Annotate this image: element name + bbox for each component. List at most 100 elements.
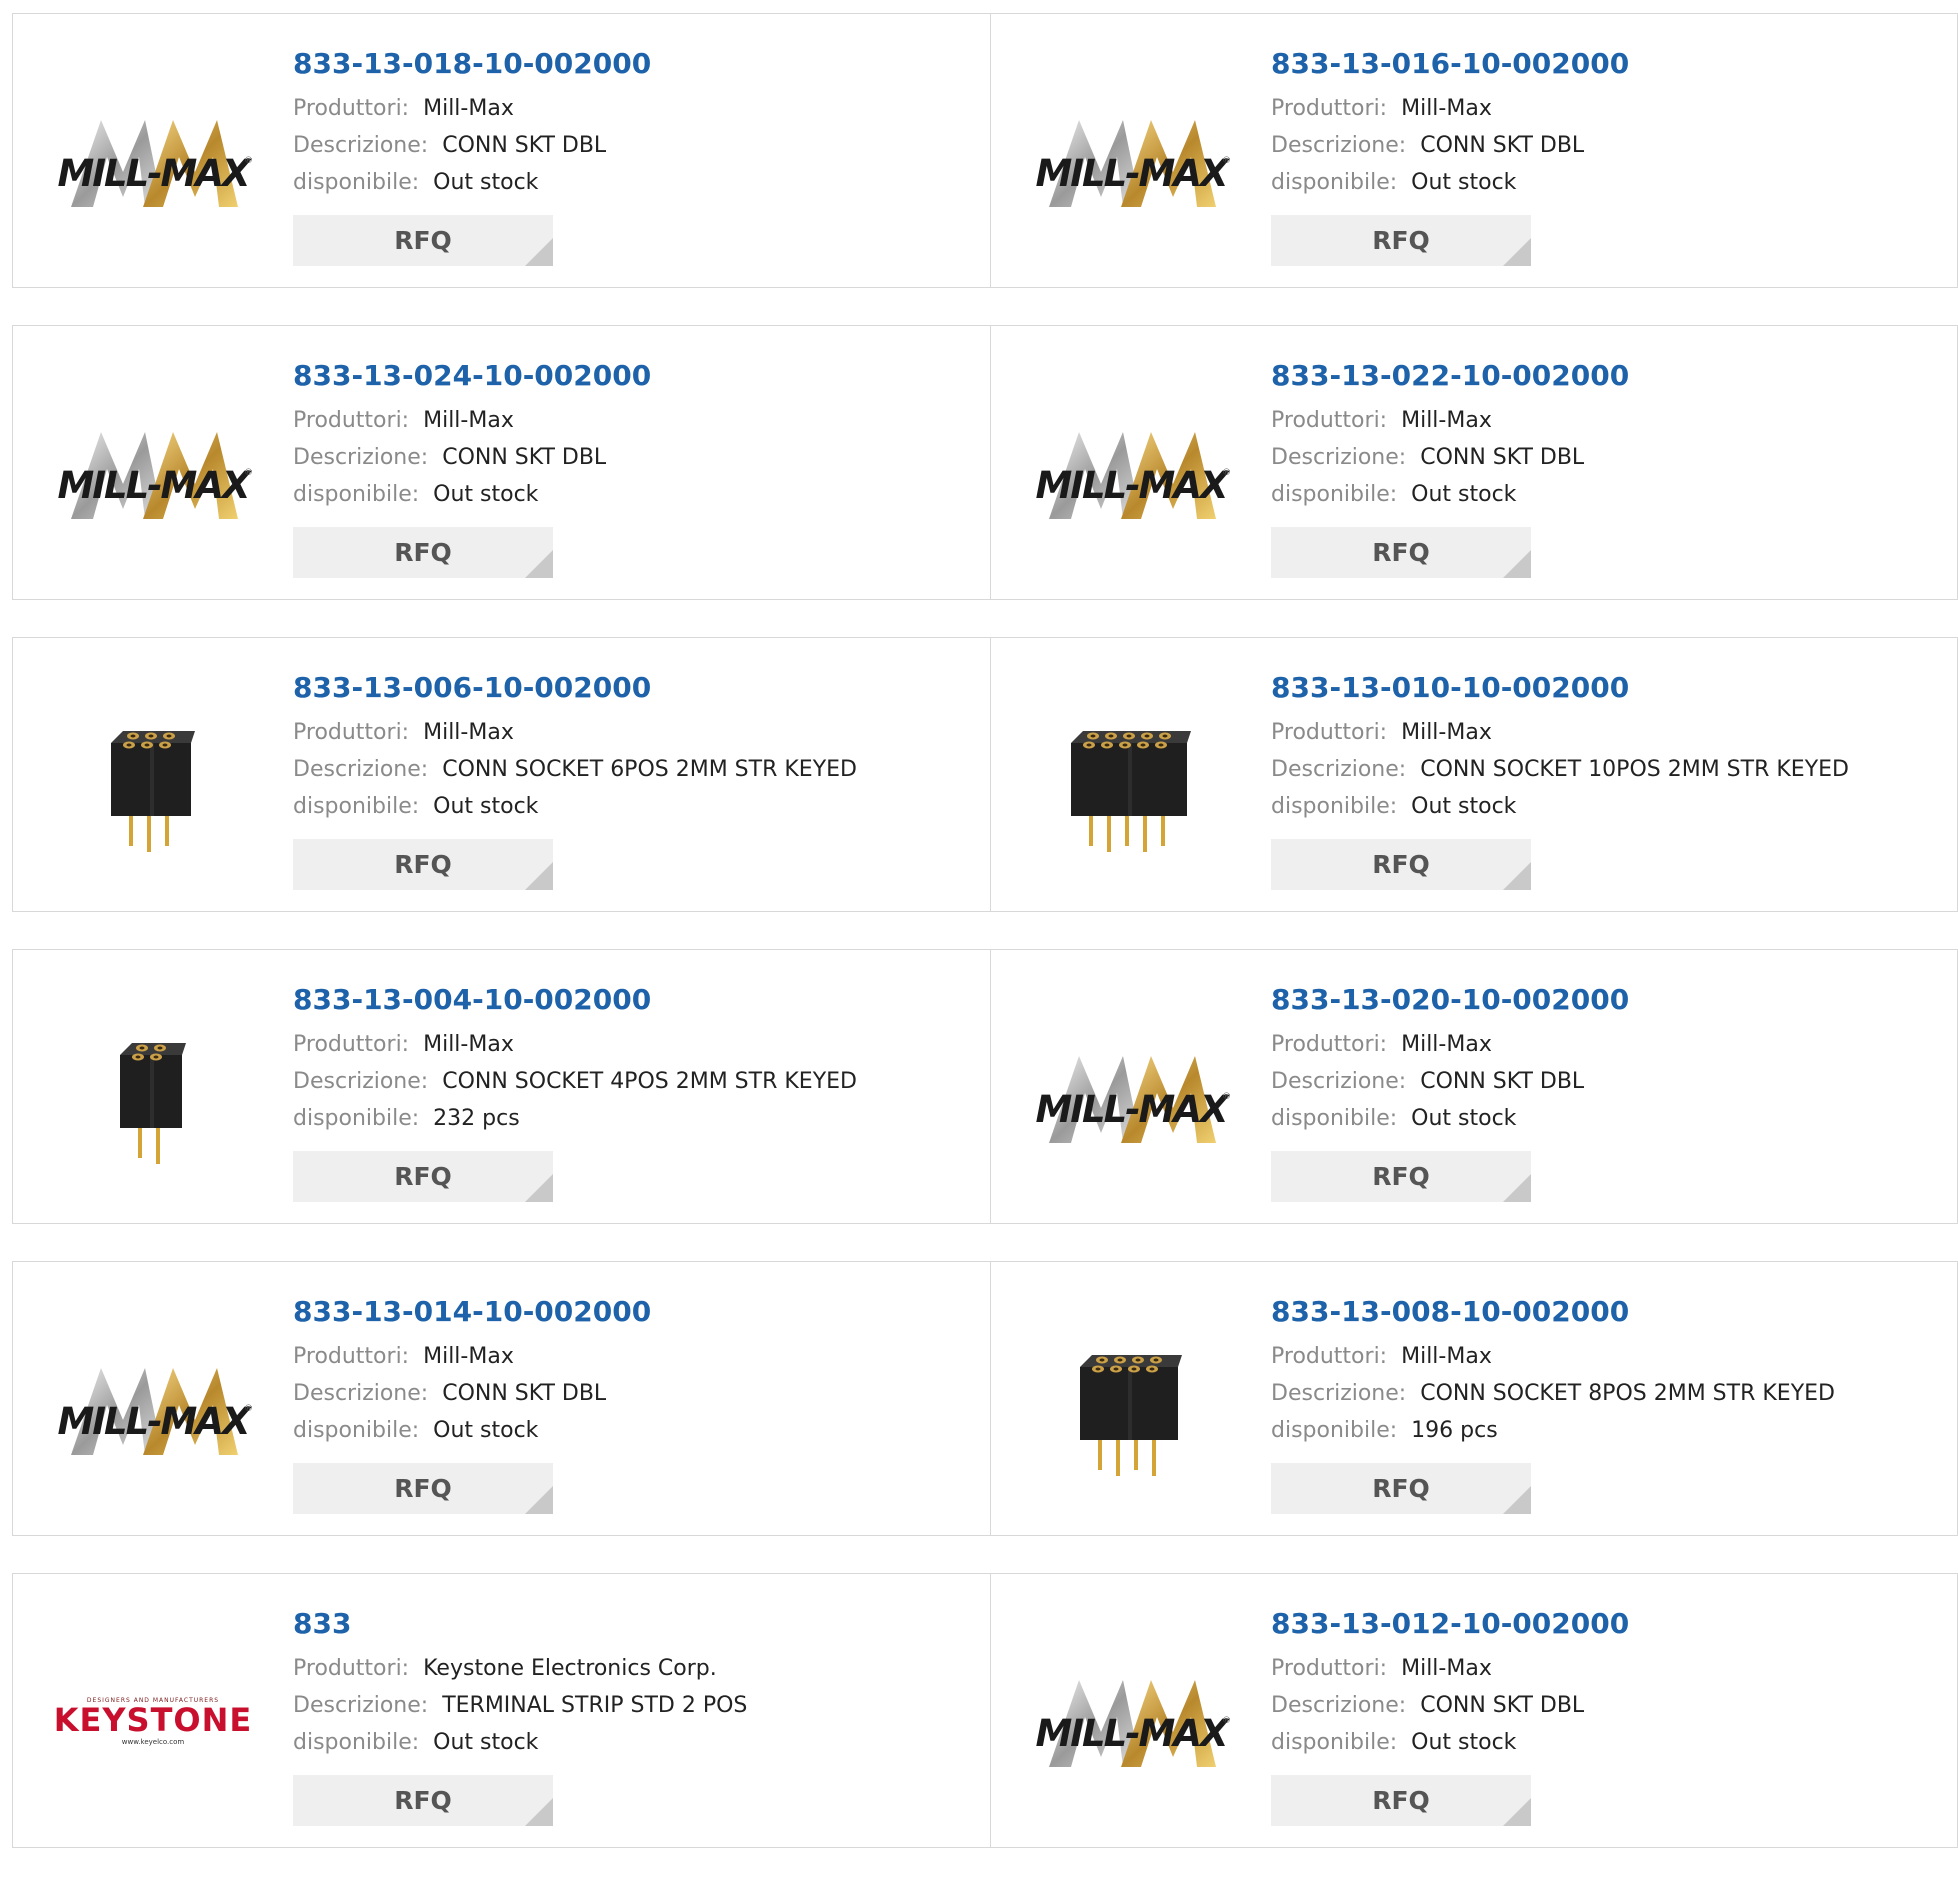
availability-row: disponibile: Out stock bbox=[1271, 788, 1947, 825]
socket-image bbox=[1071, 730, 1191, 852]
product-info: 833-13-004-10-002000 Produttori: Mill-Max… bbox=[293, 980, 980, 1137]
availability-label: disponibile: bbox=[1271, 1730, 1398, 1755]
availability-value: Out stock bbox=[1411, 482, 1517, 507]
availability-row: disponibile: 196 pcs bbox=[1271, 1412, 1947, 1449]
corner-triangle-icon bbox=[525, 238, 553, 266]
description-value: CONN SOCKET 8POS 2MM STR KEYED bbox=[1420, 1381, 1835, 1406]
millmax-logo: MILL-MAX ® bbox=[1031, 1048, 1231, 1148]
rfq-label: RFQ bbox=[1372, 1474, 1430, 1503]
millmax-logo-text: MILL-MAX bbox=[57, 1399, 250, 1443]
manufacturer-row: Produttori: Mill-Max bbox=[293, 1026, 980, 1063]
availability-value: Out stock bbox=[433, 170, 539, 195]
manufacturer-value: Mill-Max bbox=[1401, 96, 1492, 121]
availability-row: disponibile: Out stock bbox=[1271, 164, 1947, 201]
rfq-button[interactable]: RFQ bbox=[293, 1151, 553, 1202]
product-image[interactable]: MILL-MAX ® bbox=[1031, 1654, 1231, 1789]
product-image[interactable]: DESIGNERS AND MANUFACTURERS KEYSTONE www… bbox=[53, 1654, 253, 1789]
manufacturer-label: Produttori: bbox=[1271, 1656, 1388, 1681]
description-value: CONN SKT DBL bbox=[442, 1381, 607, 1406]
availability-value: 196 pcs bbox=[1411, 1418, 1498, 1443]
description-row: Descrizione: CONN SKT DBL bbox=[293, 439, 980, 476]
part-number-link[interactable]: 833-13-022-10-002000 bbox=[1271, 356, 1629, 396]
rfq-button[interactable]: RFQ bbox=[1271, 839, 1531, 890]
description-row: Descrizione: CONN SKT DBL bbox=[1271, 127, 1947, 164]
rfq-button[interactable]: RFQ bbox=[293, 215, 553, 266]
manufacturer-row: Produttori: Mill-Max bbox=[1271, 402, 1947, 439]
part-number-link[interactable]: 833-13-016-10-002000 bbox=[1271, 44, 1629, 84]
description-row: Descrizione: CONN SKT DBL bbox=[293, 127, 980, 164]
rfq-button[interactable]: RFQ bbox=[1271, 1151, 1531, 1202]
registered-mark: ® bbox=[244, 1403, 253, 1414]
product-info: 833-13-006-10-002000 Produttori: Mill-Max… bbox=[293, 668, 980, 825]
part-number-link[interactable]: 833-13-010-10-002000 bbox=[1271, 668, 1629, 708]
product-image[interactable] bbox=[53, 718, 253, 853]
rfq-label: RFQ bbox=[1372, 1162, 1430, 1191]
availability-value: Out stock bbox=[433, 1730, 539, 1755]
description-row: Descrizione: CONN SKT DBL bbox=[1271, 1687, 1947, 1724]
product-image[interactable]: MILL-MAX ® bbox=[1031, 406, 1231, 541]
availability-value: Out stock bbox=[433, 482, 539, 507]
product-image[interactable] bbox=[1031, 718, 1231, 853]
manufacturer-value: Mill-Max bbox=[1401, 1032, 1492, 1057]
availability-row: disponibile: 232 pcs bbox=[293, 1100, 980, 1137]
part-number-link[interactable]: 833-13-008-10-002000 bbox=[1271, 1292, 1629, 1332]
availability-label: disponibile: bbox=[293, 1730, 420, 1755]
rfq-button[interactable]: RFQ bbox=[293, 839, 553, 890]
description-row: Descrizione: TERMINAL STRIP STD 2 POS bbox=[293, 1687, 980, 1724]
part-number-link[interactable]: 833-13-012-10-002000 bbox=[1271, 1604, 1629, 1644]
rfq-button[interactable]: RFQ bbox=[1271, 527, 1531, 578]
part-number-link[interactable]: 833-13-006-10-002000 bbox=[293, 668, 651, 708]
description-label: Descrizione: bbox=[1271, 1381, 1407, 1406]
product-card: MILL-MAX ® 833-13-024-10-002000 Produtto… bbox=[12, 325, 991, 600]
part-number-link[interactable]: 833-13-018-10-002000 bbox=[293, 44, 651, 84]
product-row: MILL-MAX ® 833-13-018-10-002000 Produtto… bbox=[12, 13, 1958, 288]
product-card: MILL-MAX ® 833-13-018-10-002000 Produtto… bbox=[12, 13, 991, 288]
part-number-link[interactable]: 833-13-024-10-002000 bbox=[293, 356, 651, 396]
manufacturer-row: Produttori: Mill-Max bbox=[293, 90, 980, 127]
registered-mark: ® bbox=[244, 467, 253, 478]
product-image[interactable]: MILL-MAX ® bbox=[1031, 94, 1231, 229]
availability-label: disponibile: bbox=[293, 794, 420, 819]
availability-row: disponibile: Out stock bbox=[1271, 476, 1947, 513]
product-card: MILL-MAX ® 833-13-020-10-002000 Produtto… bbox=[991, 949, 1958, 1224]
part-number-link[interactable]: 833 bbox=[293, 1604, 351, 1644]
product-info: 833-13-010-10-002000 Produttori: Mill-Max… bbox=[1271, 668, 1947, 825]
availability-value: Out stock bbox=[433, 1418, 539, 1443]
manufacturer-label: Produttori: bbox=[293, 1656, 410, 1681]
corner-triangle-icon bbox=[1503, 862, 1531, 890]
product-image[interactable]: MILL-MAX ® bbox=[53, 94, 253, 229]
rfq-button[interactable]: RFQ bbox=[293, 527, 553, 578]
product-image[interactable]: MILL-MAX ® bbox=[53, 1342, 253, 1477]
rfq-button[interactable]: RFQ bbox=[293, 1463, 553, 1514]
product-info: 833-13-024-10-002000 Produttori: Mill-Max… bbox=[293, 356, 980, 513]
description-row: Descrizione: CONN SKT DBL bbox=[293, 1375, 980, 1412]
product-image[interactable] bbox=[53, 1030, 253, 1165]
part-number-link[interactable]: 833-13-020-10-002000 bbox=[1271, 980, 1629, 1020]
rfq-button[interactable]: RFQ bbox=[1271, 1463, 1531, 1514]
availability-row: disponibile: Out stock bbox=[293, 1412, 980, 1449]
product-image[interactable] bbox=[1031, 1342, 1231, 1477]
manufacturer-row: Produttori: Mill-Max bbox=[293, 402, 980, 439]
product-image[interactable]: MILL-MAX ® bbox=[1031, 1030, 1231, 1165]
rfq-button[interactable]: RFQ bbox=[1271, 215, 1531, 266]
product-info: 833-13-008-10-002000 Produttori: Mill-Max… bbox=[1271, 1292, 1947, 1449]
product-info: 833-13-022-10-002000 Produttori: Mill-Max… bbox=[1271, 356, 1947, 513]
part-number-link[interactable]: 833-13-004-10-002000 bbox=[293, 980, 651, 1020]
manufacturer-label: Produttori: bbox=[293, 96, 410, 121]
description-value: CONN SOCKET 10POS 2MM STR KEYED bbox=[1420, 757, 1849, 782]
corner-triangle-icon bbox=[1503, 550, 1531, 578]
registered-mark: ® bbox=[1222, 467, 1231, 478]
manufacturer-label: Produttori: bbox=[1271, 720, 1388, 745]
product-row: 833-13-006-10-002000 Produttori: Mill-Max… bbox=[12, 637, 1958, 912]
product-info: 833 Produttori: Keystone Electronics Corp… bbox=[293, 1604, 980, 1761]
description-label: Descrizione: bbox=[293, 1069, 429, 1094]
rfq-button[interactable]: RFQ bbox=[293, 1775, 553, 1826]
part-number-link[interactable]: 833-13-014-10-002000 bbox=[293, 1292, 651, 1332]
product-image[interactable]: MILL-MAX ® bbox=[53, 406, 253, 541]
millmax-logo-text: MILL-MAX bbox=[1035, 1087, 1228, 1131]
manufacturer-label: Produttori: bbox=[293, 408, 410, 433]
description-row: Descrizione: CONN SKT DBL bbox=[1271, 439, 1947, 476]
availability-value: Out stock bbox=[1411, 170, 1517, 195]
rfq-button[interactable]: RFQ bbox=[1271, 1775, 1531, 1826]
product-grid: MILL-MAX ® 833-13-018-10-002000 Produtto… bbox=[12, 13, 1958, 1885]
